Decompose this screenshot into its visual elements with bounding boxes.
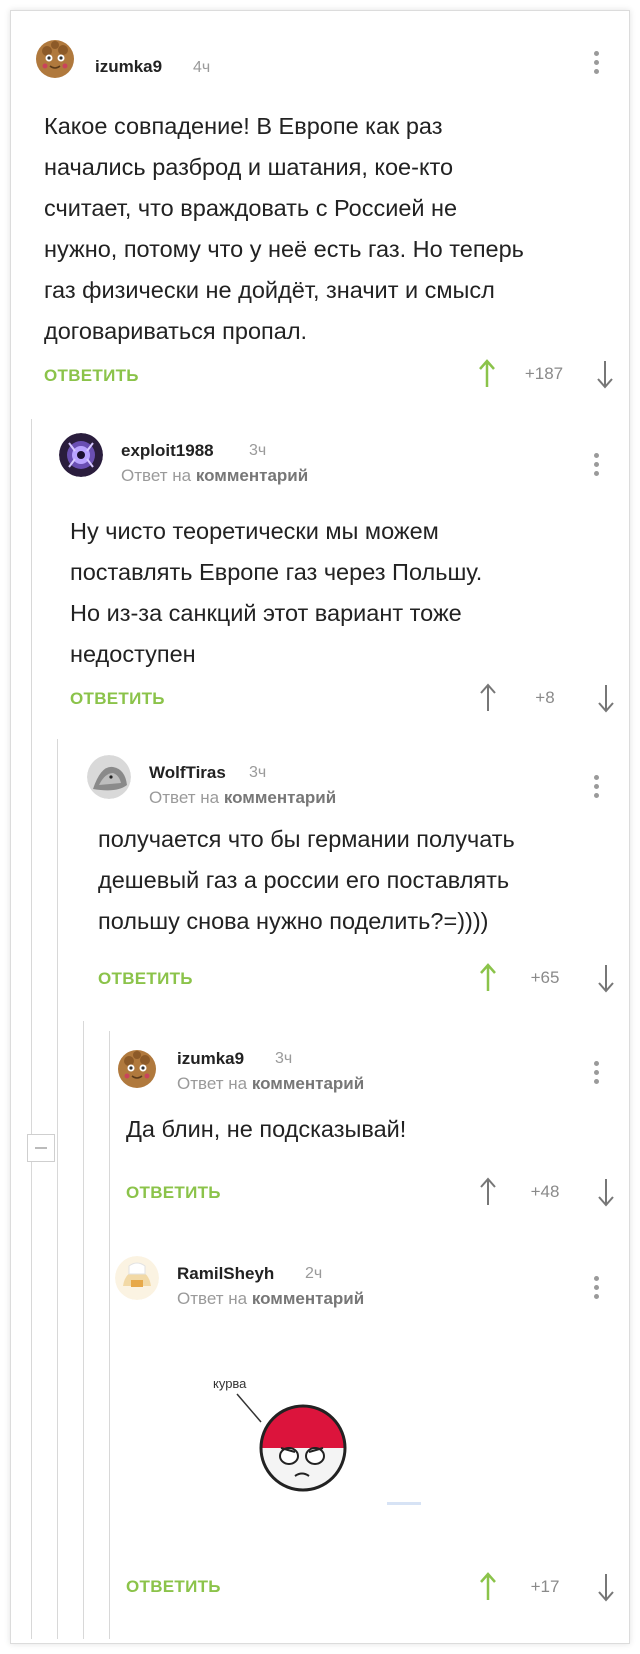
arrow-down-icon[interactable] xyxy=(597,683,615,713)
vote-widget: +65 xyxy=(479,963,624,993)
reply-to: Ответ на комментарий xyxy=(177,1074,364,1094)
comment-body: получается что бы германии получать деше… xyxy=(98,819,515,942)
comment-line: дешевый газ а россии его поставлять xyxy=(98,867,510,893)
reply-to-prefix: Ответ на xyxy=(149,788,224,807)
author-name[interactable]: izumka9 xyxy=(177,1049,244,1069)
comment-line: недоступен xyxy=(70,641,196,667)
comment-line: получается что бы германии получать xyxy=(98,826,515,852)
reply-button[interactable]: ОТВЕТИТЬ xyxy=(44,366,139,386)
arrow-down-icon[interactable] xyxy=(597,963,615,993)
thread-line-level-1 xyxy=(31,419,32,1639)
reply-to-link[interactable]: комментарий xyxy=(196,466,308,485)
more-dots-icon[interactable] xyxy=(591,775,601,803)
vote-score: +187 xyxy=(524,364,564,383)
more-dots-icon[interactable] xyxy=(591,51,601,79)
vote-score: +17 xyxy=(530,1577,560,1596)
comment-time: 2ч xyxy=(305,1265,323,1282)
comment-1: izumka9 4ч Какое совпадение! В Европе ка… xyxy=(33,31,623,411)
arrow-up-icon[interactable] xyxy=(479,1572,497,1602)
comment-line: поставлять Европе газ через Польшу. xyxy=(70,559,483,585)
vote-score: +8 xyxy=(535,688,555,707)
comment-body: Какое совпадение! В Европе как раз начал… xyxy=(44,106,524,352)
reply-to: Ответ на комментарий xyxy=(177,1289,364,1309)
reply-to-prefix: Ответ на xyxy=(177,1074,252,1093)
avatar[interactable] xyxy=(115,1046,159,1090)
comment-line: начались разброд и шатания, кое-кто xyxy=(44,154,454,180)
arrow-down-icon[interactable] xyxy=(596,359,614,389)
author-name[interactable]: RamilSheyh xyxy=(177,1264,274,1284)
comment-line: Да блин, не подсказывай! xyxy=(126,1116,407,1142)
thread-line-level-2 xyxy=(57,739,58,1639)
reply-to-link[interactable]: комментарий xyxy=(224,788,336,807)
comment-time: 3ч xyxy=(249,764,267,781)
comment-body: Ну чисто теоретически мы можем поставлят… xyxy=(70,511,482,675)
comment-time: 4ч xyxy=(193,59,211,76)
comment-line: Ну чисто теоретически мы можем xyxy=(70,518,439,544)
reply-to-prefix: Ответ на xyxy=(121,466,196,485)
comment-line: Но из-за санкций этот вариант тоже xyxy=(70,600,462,626)
vote-widget: +187 xyxy=(478,359,623,389)
arrow-up-icon[interactable] xyxy=(479,1177,497,1207)
comment-4: izumka9 3ч Ответ на комментарий Да блин,… xyxy=(115,1041,623,1241)
comment-line: нужно, потому что у неё есть газ. Но теп… xyxy=(44,236,524,262)
avatar[interactable] xyxy=(59,433,103,477)
comment-image-polandball[interactable]: курва xyxy=(191,1376,451,1516)
reply-to: Ответ на комментарий xyxy=(121,466,308,486)
more-dots-icon[interactable] xyxy=(591,1276,601,1304)
reply-button[interactable]: ОТВЕТИТЬ xyxy=(98,969,193,989)
collapse-thread-icon[interactable] xyxy=(27,1134,55,1162)
avatar[interactable] xyxy=(87,755,131,799)
reply-button[interactable]: ОТВЕТИТЬ xyxy=(126,1577,221,1597)
arrow-up-icon[interactable] xyxy=(479,963,497,993)
author-name[interactable]: exploit1988 xyxy=(121,441,214,461)
vote-widget: +48 xyxy=(479,1177,624,1207)
comment-line: газ физически не дойдёт, значит и смысл xyxy=(44,277,495,303)
polandball-drawing xyxy=(236,1393,421,1505)
comment-line: договариваться пропал. xyxy=(44,318,308,344)
vote-score: +48 xyxy=(530,1182,560,1201)
comments-page: izumka9 4ч Какое совпадение! В Европе ка… xyxy=(10,10,630,1644)
arrow-down-icon[interactable] xyxy=(597,1572,615,1602)
comment-line: Какое совпадение! В Европе как раз xyxy=(44,113,443,139)
comment-body: Да блин, не подсказывай! xyxy=(126,1109,406,1150)
arrow-down-icon[interactable] xyxy=(597,1177,615,1207)
reply-to-link[interactable]: комментарий xyxy=(252,1289,364,1308)
reply-button[interactable]: ОТВЕТИТЬ xyxy=(70,689,165,709)
comment-line: считает, что враждовать с Россией не xyxy=(44,195,458,221)
avatar[interactable] xyxy=(115,1256,159,1300)
author-name[interactable]: WolfTiras xyxy=(149,763,226,783)
comment-2: exploit1988 3ч Ответ на комментарий Ну ч… xyxy=(59,433,623,723)
vote-score: +65 xyxy=(530,968,560,987)
arrow-up-icon[interactable] xyxy=(478,359,496,389)
arrow-up-icon[interactable] xyxy=(479,683,497,713)
reply-button[interactable]: ОТВЕТИТЬ xyxy=(126,1183,221,1203)
thread-line-level-4 xyxy=(109,1031,110,1639)
more-dots-icon[interactable] xyxy=(591,1061,601,1089)
comment-3: WolfTiras 3ч Ответ на комментарий получа… xyxy=(87,755,623,1015)
thread-line-level-3 xyxy=(83,1021,84,1639)
vote-widget: +17 xyxy=(479,1572,624,1602)
author-name[interactable]: izumka9 xyxy=(95,57,162,77)
more-dots-icon[interactable] xyxy=(591,453,601,481)
reply-to: Ответ на комментарий xyxy=(149,788,336,808)
vote-widget: +8 xyxy=(479,683,624,713)
reply-to-prefix: Ответ на xyxy=(177,1289,252,1308)
comment-line: польшу снова нужно поделить?=)))) xyxy=(98,908,489,934)
avatar[interactable] xyxy=(33,36,77,80)
comment-time: 3ч xyxy=(275,1050,293,1067)
reply-to-link[interactable]: комментарий xyxy=(252,1074,364,1093)
comment-time: 3ч xyxy=(249,442,267,459)
